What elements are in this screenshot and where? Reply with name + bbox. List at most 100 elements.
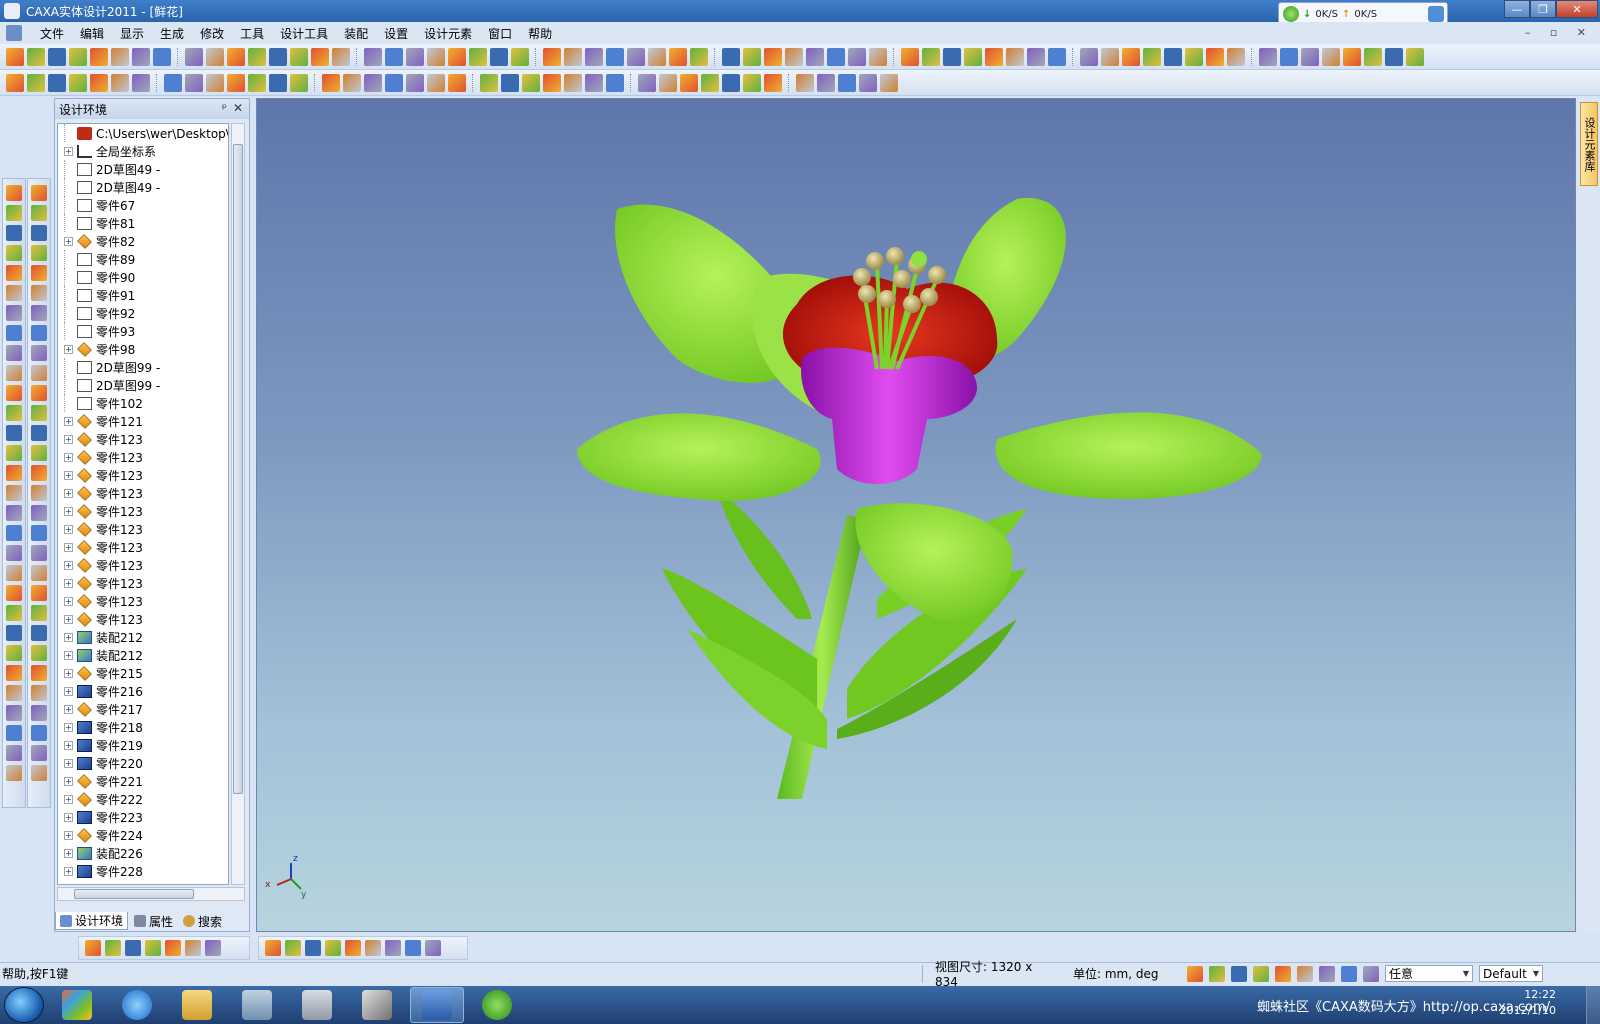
toolbar-tool-icon[interactable] xyxy=(827,47,845,66)
taskbar-app[interactable] xyxy=(290,987,344,1023)
toolbar-tool-icon[interactable] xyxy=(343,73,361,92)
toolbar-tool-icon[interactable] xyxy=(6,665,22,681)
tree-item[interactable]: + 零件228 xyxy=(58,862,228,880)
tree-item[interactable]: + 零件123 xyxy=(58,466,228,484)
toolbar-tool-icon[interactable] xyxy=(27,47,45,66)
toolbar-tool-icon[interactable] xyxy=(6,305,22,321)
expand-icon[interactable]: + xyxy=(64,146,73,156)
toolbar-tool-icon[interactable] xyxy=(1364,47,1382,66)
tree-item[interactable]: 零件102 xyxy=(58,394,228,412)
toolbar-tool-icon[interactable] xyxy=(153,47,171,66)
toolbar-tool-icon[interactable] xyxy=(1343,47,1361,66)
toolbar-tool-icon[interactable] xyxy=(31,345,47,361)
toolbar-tool-icon[interactable] xyxy=(332,47,350,66)
menu-window[interactable]: 窗口 xyxy=(480,25,520,42)
toolbar-tool-icon[interactable] xyxy=(31,325,47,341)
toolbar-tool-icon[interactable] xyxy=(785,47,803,66)
toolbar-tool-icon[interactable] xyxy=(206,47,224,66)
toolbar-tool-icon[interactable] xyxy=(265,940,281,956)
toolbar-tool-icon[interactable] xyxy=(1206,47,1224,66)
toolbar-tool-icon[interactable] xyxy=(543,47,561,66)
toolbar-tool-icon[interactable] xyxy=(31,305,47,321)
toolbar-tool-icon[interactable] xyxy=(248,47,266,66)
toolbar-tool-icon[interactable] xyxy=(722,47,740,66)
toolbar-tool-icon[interactable] xyxy=(6,185,22,201)
expand-icon[interactable]: + xyxy=(64,596,73,606)
tree-item[interactable]: 2D草图49 - xyxy=(58,178,228,196)
tree-item[interactable]: 零件92 xyxy=(58,304,228,322)
tree-item[interactable]: + 零件123 xyxy=(58,592,228,610)
tree-item[interactable]: + 零件98 xyxy=(58,340,228,358)
tree-item[interactable]: + 零件82 xyxy=(58,232,228,250)
toolbar-tool-icon[interactable] xyxy=(6,265,22,281)
toolbar-tool-icon[interactable] xyxy=(469,47,487,66)
toolbar-tool-icon[interactable] xyxy=(764,47,782,66)
toolbar-tool-icon[interactable] xyxy=(1280,47,1298,66)
toolbar-tool-icon[interactable] xyxy=(205,940,221,956)
toolbar-tool-icon[interactable] xyxy=(31,665,47,681)
toolbar-tool-icon[interactable] xyxy=(796,73,814,92)
toolbar-tool-icon[interactable] xyxy=(1259,47,1277,66)
toolbar-tool-icon[interactable] xyxy=(6,365,22,381)
toolbar-tool-icon[interactable] xyxy=(345,940,361,956)
tree-item[interactable]: + 零件123 xyxy=(58,502,228,520)
toolbar-tool-icon[interactable] xyxy=(806,47,824,66)
toolbar-tool-icon[interactable] xyxy=(6,505,22,521)
taskbar-app-caxa[interactable] xyxy=(410,987,464,1023)
toolbar-tool-icon[interactable] xyxy=(6,705,22,721)
expand-icon[interactable]: + xyxy=(64,848,73,858)
toolbar-tool-icon[interactable] xyxy=(31,745,47,761)
toolbar-tool-icon[interactable] xyxy=(27,73,45,92)
taskbar-app[interactable] xyxy=(50,987,104,1023)
toolbar-tool-icon[interactable] xyxy=(6,385,22,401)
pin-icon[interactable]: ᵖ xyxy=(222,101,227,115)
toolbar-tool-icon[interactable] xyxy=(964,47,982,66)
toolbar-tool-icon[interactable] xyxy=(6,605,22,621)
toolbar-tool-icon[interactable] xyxy=(6,73,24,92)
toolbar-tool-icon[interactable] xyxy=(31,725,47,741)
toolbar-tool-icon[interactable] xyxy=(6,405,22,421)
tab-search[interactable]: 搜索 xyxy=(179,912,226,930)
expand-icon[interactable]: + xyxy=(64,668,73,678)
tab-design-environment[interactable]: 设计环境 xyxy=(55,912,129,930)
toolbar-tool-icon[interactable] xyxy=(325,940,341,956)
tree-item[interactable]: 2D草图49 - xyxy=(58,160,228,178)
taskbar-app[interactable] xyxy=(170,987,224,1023)
toolbar-tool-icon[interactable] xyxy=(585,47,603,66)
tree-item[interactable]: + 零件219 xyxy=(58,736,228,754)
menu-modify[interactable]: 修改 xyxy=(192,25,232,42)
tree-item[interactable]: 零件90 xyxy=(58,268,228,286)
toolbar-tool-icon[interactable] xyxy=(311,47,329,66)
menu-tools[interactable]: 工具 xyxy=(232,25,272,42)
toolbar-tool-icon[interactable] xyxy=(701,73,719,92)
tab-properties[interactable]: 属性 xyxy=(130,912,177,930)
toolbar-tool-icon[interactable] xyxy=(6,205,22,221)
toolbar-tool-icon[interactable] xyxy=(111,47,129,66)
toolbar-tool-icon[interactable] xyxy=(31,225,47,241)
toolbar-tool-icon[interactable] xyxy=(1101,47,1119,66)
tree-item[interactable]: + 全局坐标系 xyxy=(58,142,228,160)
toolbar-tool-icon[interactable] xyxy=(90,47,108,66)
tree-item[interactable]: C:\Users\wer\Desktop\鲜花 xyxy=(58,124,228,142)
tree-item[interactable]: + 零件215 xyxy=(58,664,228,682)
tree-item[interactable]: + 零件123 xyxy=(58,448,228,466)
toolbar-tool-icon[interactable] xyxy=(880,73,898,92)
toolbar-tool-icon[interactable] xyxy=(6,225,22,241)
tree-item[interactable]: + 零件123 xyxy=(58,520,228,538)
toolbar-tool-icon[interactable] xyxy=(427,73,445,92)
toolbar-tool-icon[interactable] xyxy=(31,285,47,301)
toolbar-tool-icon[interactable] xyxy=(31,505,47,521)
expand-icon[interactable]: + xyxy=(64,704,73,714)
toolbar-tool-icon[interactable] xyxy=(385,47,403,66)
toolbar-tool-icon[interactable] xyxy=(1209,965,1225,982)
document-icon[interactable] xyxy=(6,25,22,41)
toolbar-tool-icon[interactable] xyxy=(6,465,22,481)
taskbar-app[interactable] xyxy=(230,987,284,1023)
expand-icon[interactable]: + xyxy=(64,686,73,696)
tree-vertical-scrollbar[interactable] xyxy=(231,123,245,885)
toolbar-tool-icon[interactable] xyxy=(145,940,161,956)
expand-icon[interactable]: + xyxy=(64,542,73,552)
menu-help[interactable]: 帮助 xyxy=(520,25,560,42)
toolbar-tool-icon[interactable] xyxy=(185,73,203,92)
tree-item[interactable]: + 装配226 xyxy=(58,844,228,862)
